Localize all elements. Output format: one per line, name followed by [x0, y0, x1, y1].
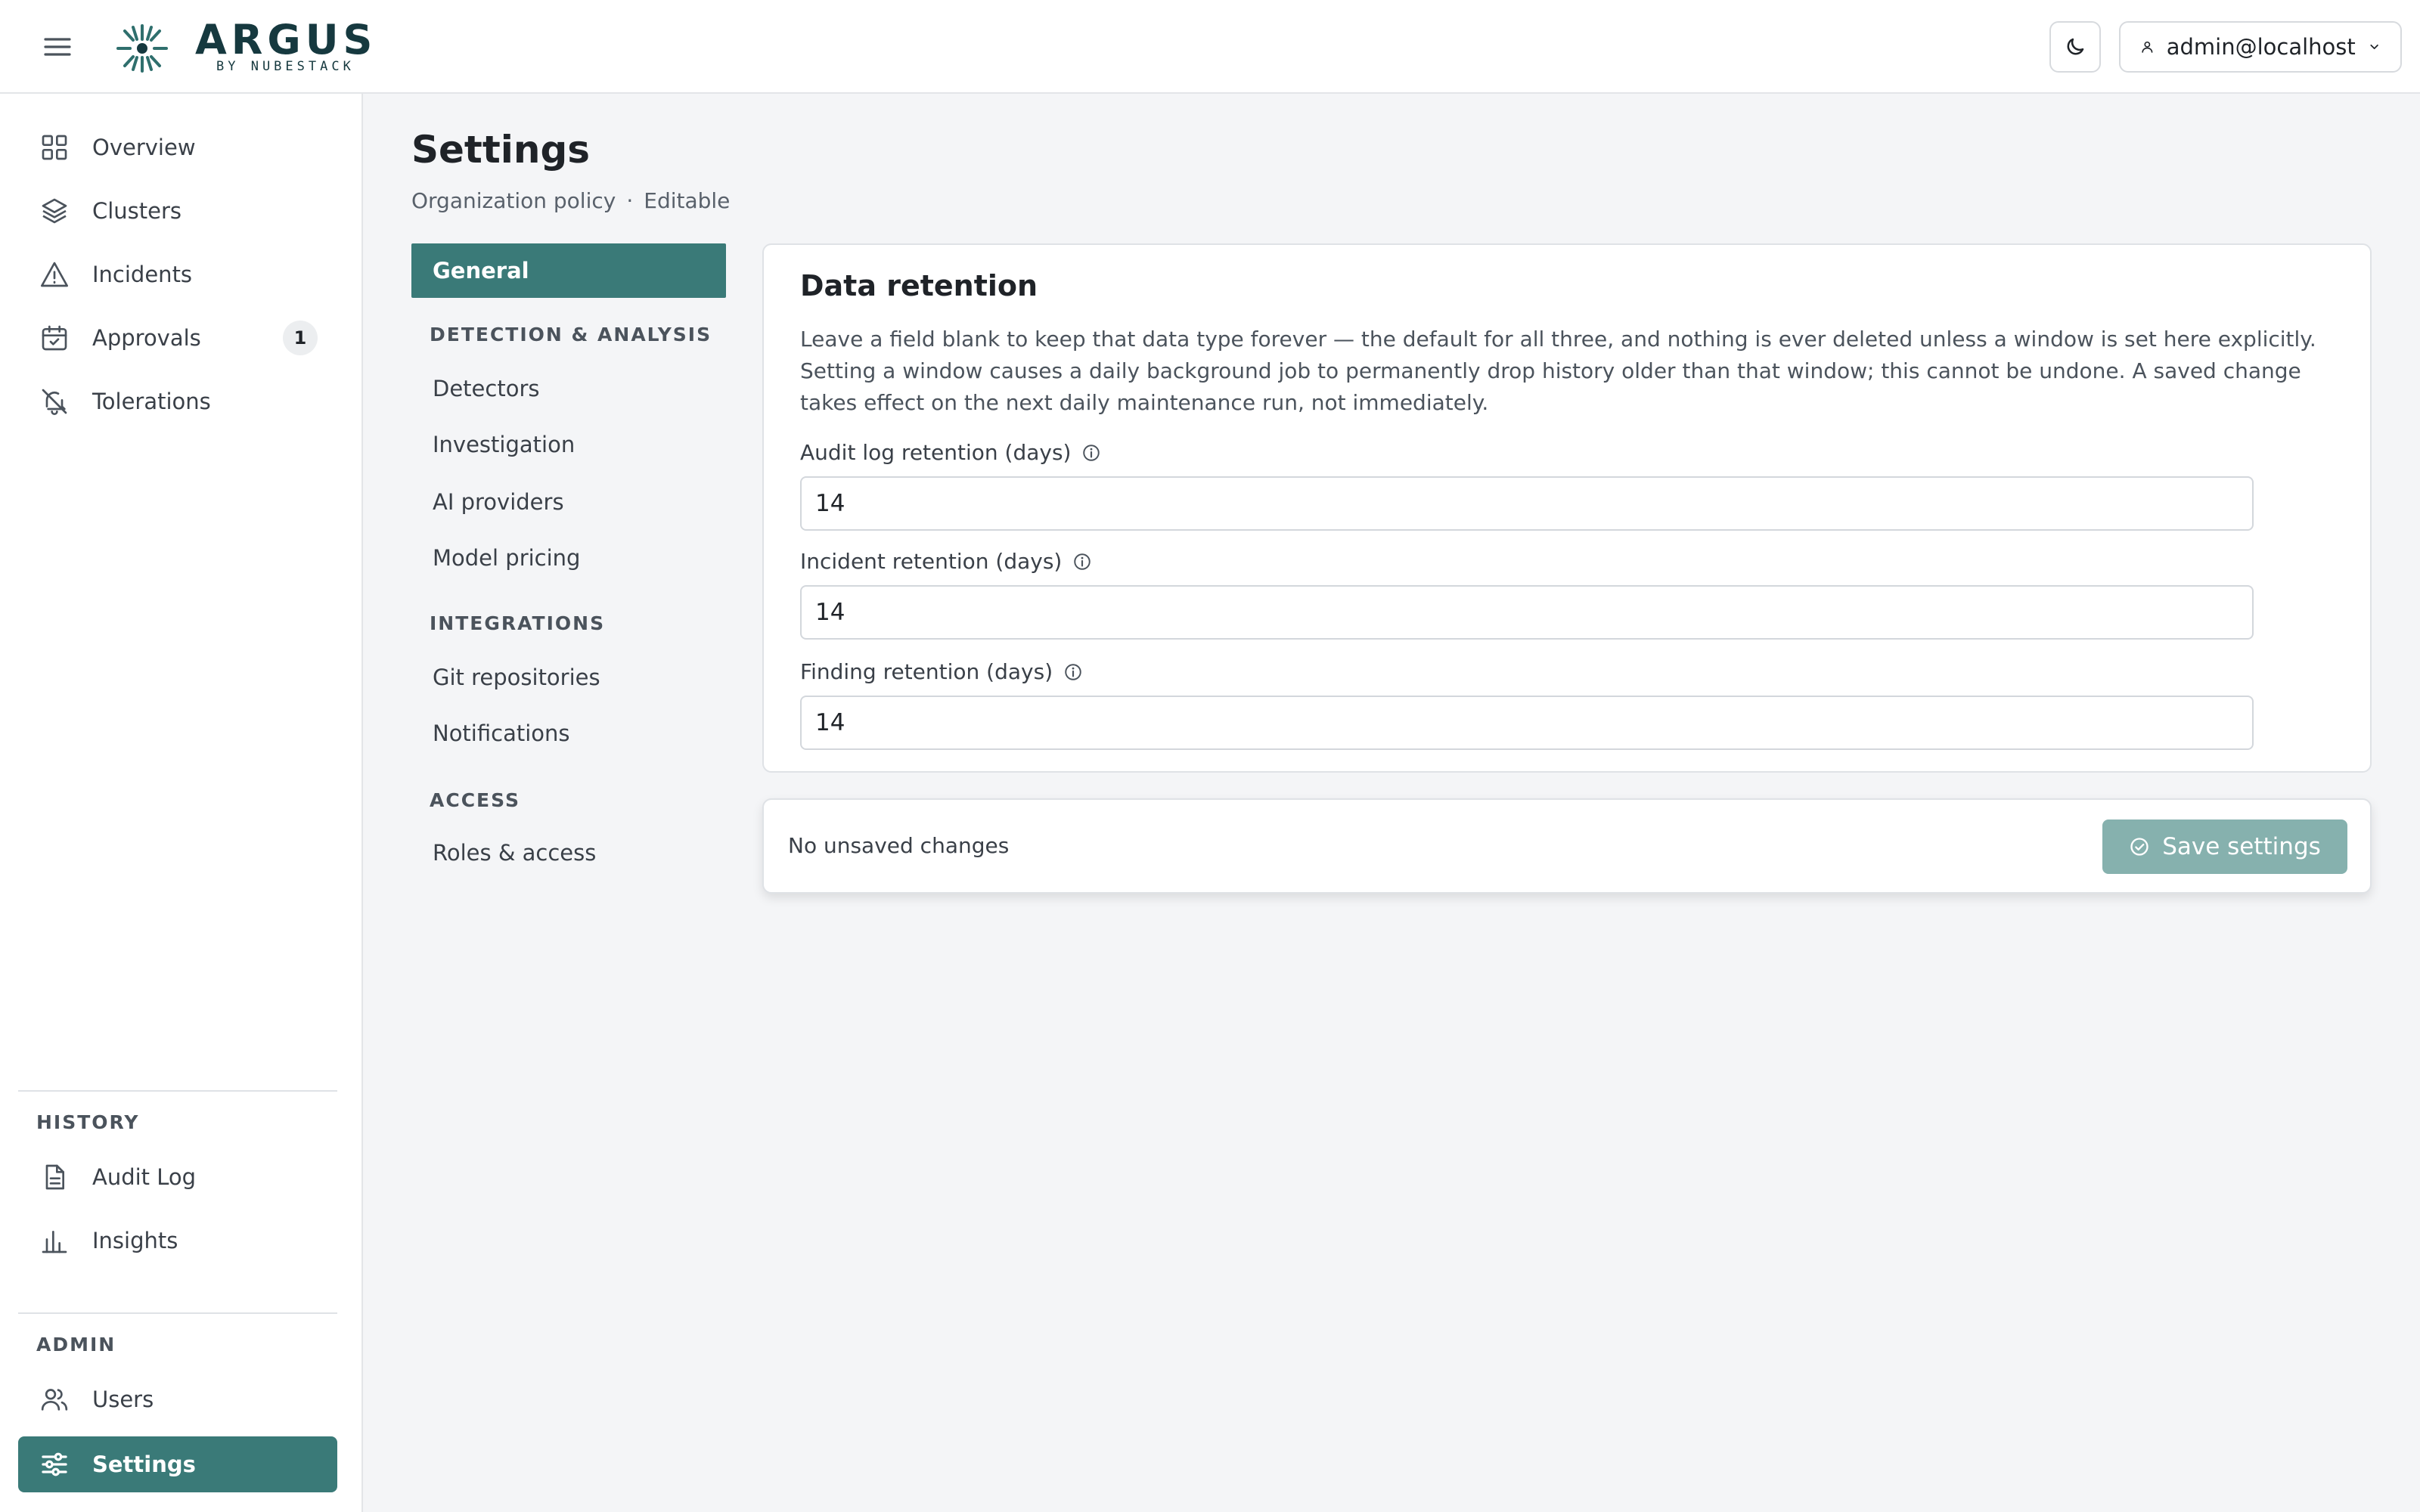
sidebar-item-tolerations[interactable]: Tolerations	[18, 373, 337, 429]
approvals-count-badge: 1	[283, 321, 318, 355]
subtitle-separator: ·	[626, 188, 634, 213]
sidebar-item-label: Overview	[92, 135, 196, 160]
info-icon[interactable]	[1063, 662, 1083, 682]
card-title: Data retention	[800, 269, 1038, 302]
audit-log-retention-input[interactable]	[800, 476, 2254, 531]
audit-log-retention-label: Audit log retention (days)	[800, 440, 1101, 465]
sidebar-item-clusters[interactable]: Clusters	[18, 183, 337, 239]
grid-icon	[42, 135, 67, 160]
settings-nav-roles-access[interactable]: Roles & access	[411, 826, 726, 880]
users-icon	[41, 1389, 68, 1411]
bar-chart-icon	[42, 1231, 67, 1253]
sliders-icon	[42, 1452, 67, 1476]
edit-status: Editable	[644, 188, 731, 213]
sidebar-item-insights[interactable]: Insights	[18, 1213, 337, 1269]
calendar-check-icon	[42, 325, 67, 351]
sidebar-item-label: Approvals	[92, 325, 201, 351]
sidebar-item-label: Clusters	[92, 198, 182, 224]
field-label-text: Finding retention (days)	[800, 659, 1053, 684]
sidebar-item-users[interactable]: Users	[18, 1371, 337, 1427]
chevron-down-icon	[2370, 44, 2378, 50]
sidebar-item-incidents[interactable]: Incidents	[18, 246, 337, 302]
user-menu-button[interactable]: admin@localhost	[2119, 21, 2402, 73]
settings-nav-section-access: ACCESS	[430, 789, 521, 811]
sidebar-item-overview[interactable]: Overview	[18, 119, 337, 175]
finding-retention-input[interactable]	[800, 696, 2254, 750]
sidebar-item-label: Settings	[92, 1452, 196, 1477]
brand-subtitle: BY NUBESTACK	[216, 59, 355, 74]
moon-icon	[2067, 38, 2084, 55]
data-retention-card: Data retention Leave a field blank to ke…	[762, 243, 2372, 773]
retention-description: Leave a field blank to keep that data ty…	[800, 327, 2316, 415]
page-title: Settings	[411, 128, 591, 172]
user-email: admin@localhost	[2166, 34, 2356, 60]
sidebar-item-label: Audit Log	[92, 1164, 197, 1190]
settings-nav-notifications[interactable]: Notifications	[411, 706, 726, 761]
settings-nav-section-integrations: INTEGRATIONS	[430, 612, 606, 634]
sidebar-item-label: Insights	[92, 1228, 178, 1253]
settings-nav-ai-providers[interactable]: AI providers	[411, 475, 726, 529]
incident-retention-label: Incident retention (days)	[800, 549, 1092, 574]
user-icon	[2142, 41, 2153, 53]
settings-nav-git-repositories[interactable]: Git repositories	[411, 650, 726, 705]
info-icon[interactable]	[1081, 443, 1101, 463]
settings-nav-investigation[interactable]: Investigation	[411, 417, 726, 472]
sidebar-item-approvals[interactable]: Approvals 1	[18, 310, 337, 366]
top-bar: ARGUS BY NUBESTACK admin@localhost	[0, 0, 2420, 94]
menu-button[interactable]	[39, 30, 76, 64]
settings-nav-section-detection: DETECTION & ANALYSIS	[430, 324, 712, 345]
field-label-text: Incident retention (days)	[800, 549, 1063, 574]
sidebar-item-label: Tolerations	[92, 389, 211, 414]
sidebar-item-settings[interactable]: Settings	[18, 1436, 337, 1492]
policy-scope: Organization policy	[411, 188, 616, 213]
settings-nav-model-pricing[interactable]: Model pricing	[411, 531, 726, 585]
alert-triangle-icon	[41, 262, 68, 287]
bell-off-icon	[42, 389, 67, 415]
page-subtitle: Organization policy · Editable	[411, 187, 730, 215]
settings-nav-detectors[interactable]: Detectors	[411, 361, 726, 416]
incident-retention-input[interactable]	[800, 585, 2254, 640]
sidebar-section-admin: ADMIN	[36, 1334, 116, 1356]
finding-retention-label: Finding retention (days)	[800, 659, 1083, 684]
menu-icon	[44, 38, 71, 56]
info-icon[interactable]	[1072, 552, 1092, 572]
sidebar-item-label: Users	[92, 1387, 154, 1412]
unsaved-status: No unsaved changes	[788, 833, 1010, 858]
field-label-text: Audit log retention (days)	[800, 440, 1072, 465]
sidebar-divider	[18, 1312, 337, 1314]
sidebar: Overview Clusters Incidents Approvals 1	[0, 94, 363, 1512]
file-text-icon	[45, 1164, 64, 1190]
brand-name: ARGUS	[195, 16, 377, 64]
save-button-label: Save settings	[2162, 833, 2321, 860]
settings-nav-general[interactable]: General	[411, 243, 726, 298]
check-circle-icon	[2130, 838, 2149, 856]
sidebar-divider	[18, 1090, 337, 1092]
sidebar-item-audit-log[interactable]: Audit Log	[18, 1149, 337, 1205]
argus-logo-icon	[116, 24, 168, 73]
layers-icon	[42, 198, 67, 224]
save-bar: No unsaved changes Save settings	[762, 798, 2372, 894]
save-settings-button[interactable]: Save settings	[2102, 820, 2347, 874]
sidebar-item-label: Incidents	[92, 262, 193, 287]
sidebar-section-history: HISTORY	[36, 1111, 140, 1133]
theme-toggle-button[interactable]	[2049, 21, 2101, 73]
